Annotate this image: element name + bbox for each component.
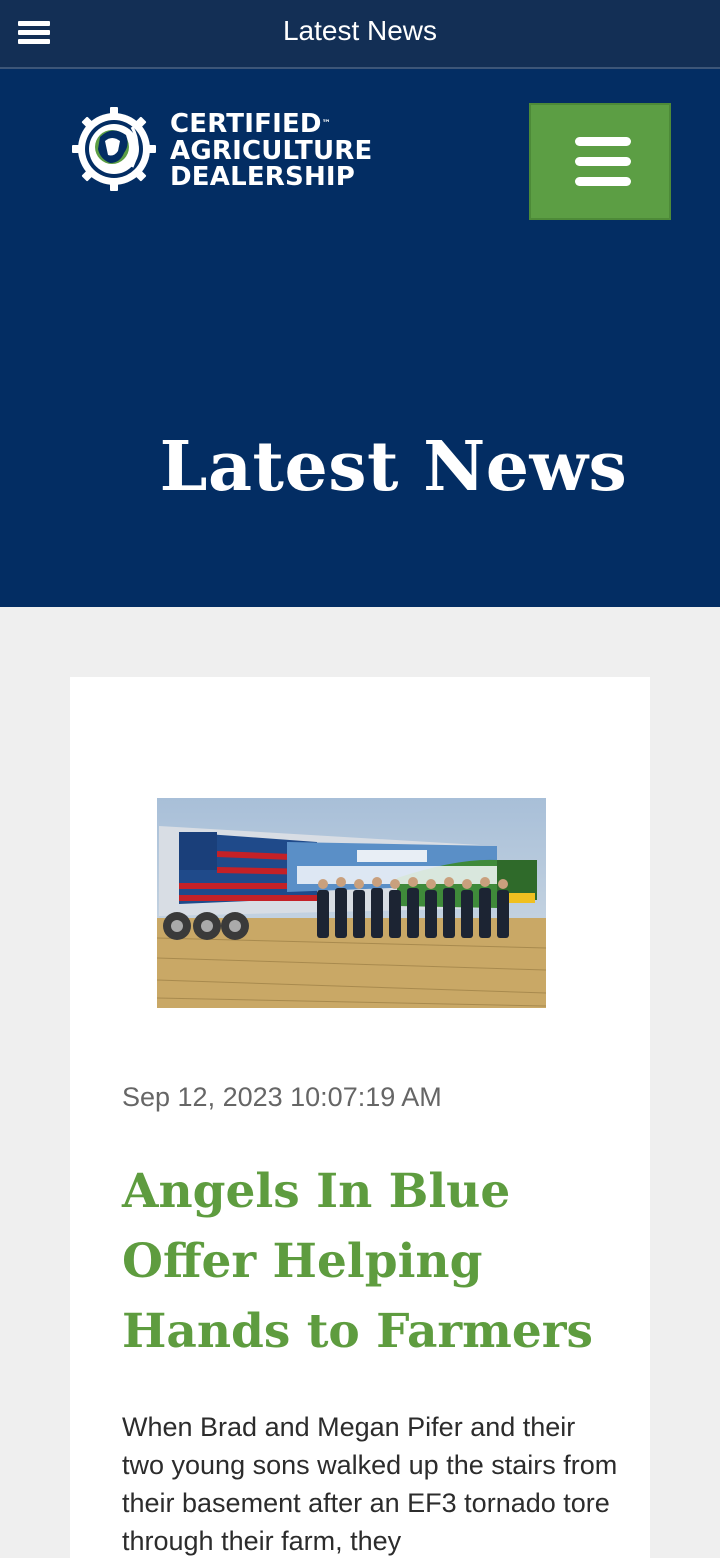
- app-bar: Latest News: [0, 0, 720, 69]
- site-header: CERTIFIED™ AGRICULTURE DEALERSHIP Latest…: [0, 69, 720, 607]
- page-title: Latest News: [159, 427, 628, 507]
- article-headline[interactable]: Angels In Blue Offer Helping Hands to Fa…: [122, 1157, 622, 1367]
- article-date: Sep 12, 2023 10:07:19 AM: [122, 1082, 442, 1112]
- article-image[interactable]: [157, 798, 546, 1008]
- app-bar-title: Latest News: [282, 15, 438, 46]
- site-logo[interactable]: CERTIFIED™ AGRICULTURE DEALERSHIP: [70, 105, 400, 195]
- logo-wordmark: CERTIFIED™ AGRICULTURE DEALERSHIP: [170, 109, 373, 192]
- nav-toggle-button[interactable]: [529, 103, 671, 220]
- article-card: Sep 12, 2023 10:07:19 AM Angels In Blue …: [70, 677, 650, 1558]
- hamburger-icon-bar: [575, 157, 631, 166]
- article-excerpt: When Brad and Megan Pifer and their two …: [122, 1412, 618, 1556]
- farm-rescue-trailer-photo: [157, 798, 546, 1008]
- hamburger-icon-bar: [575, 137, 631, 146]
- hamburger-icon-bar: [575, 177, 631, 186]
- lion-gear-emblem-icon: [72, 107, 156, 191]
